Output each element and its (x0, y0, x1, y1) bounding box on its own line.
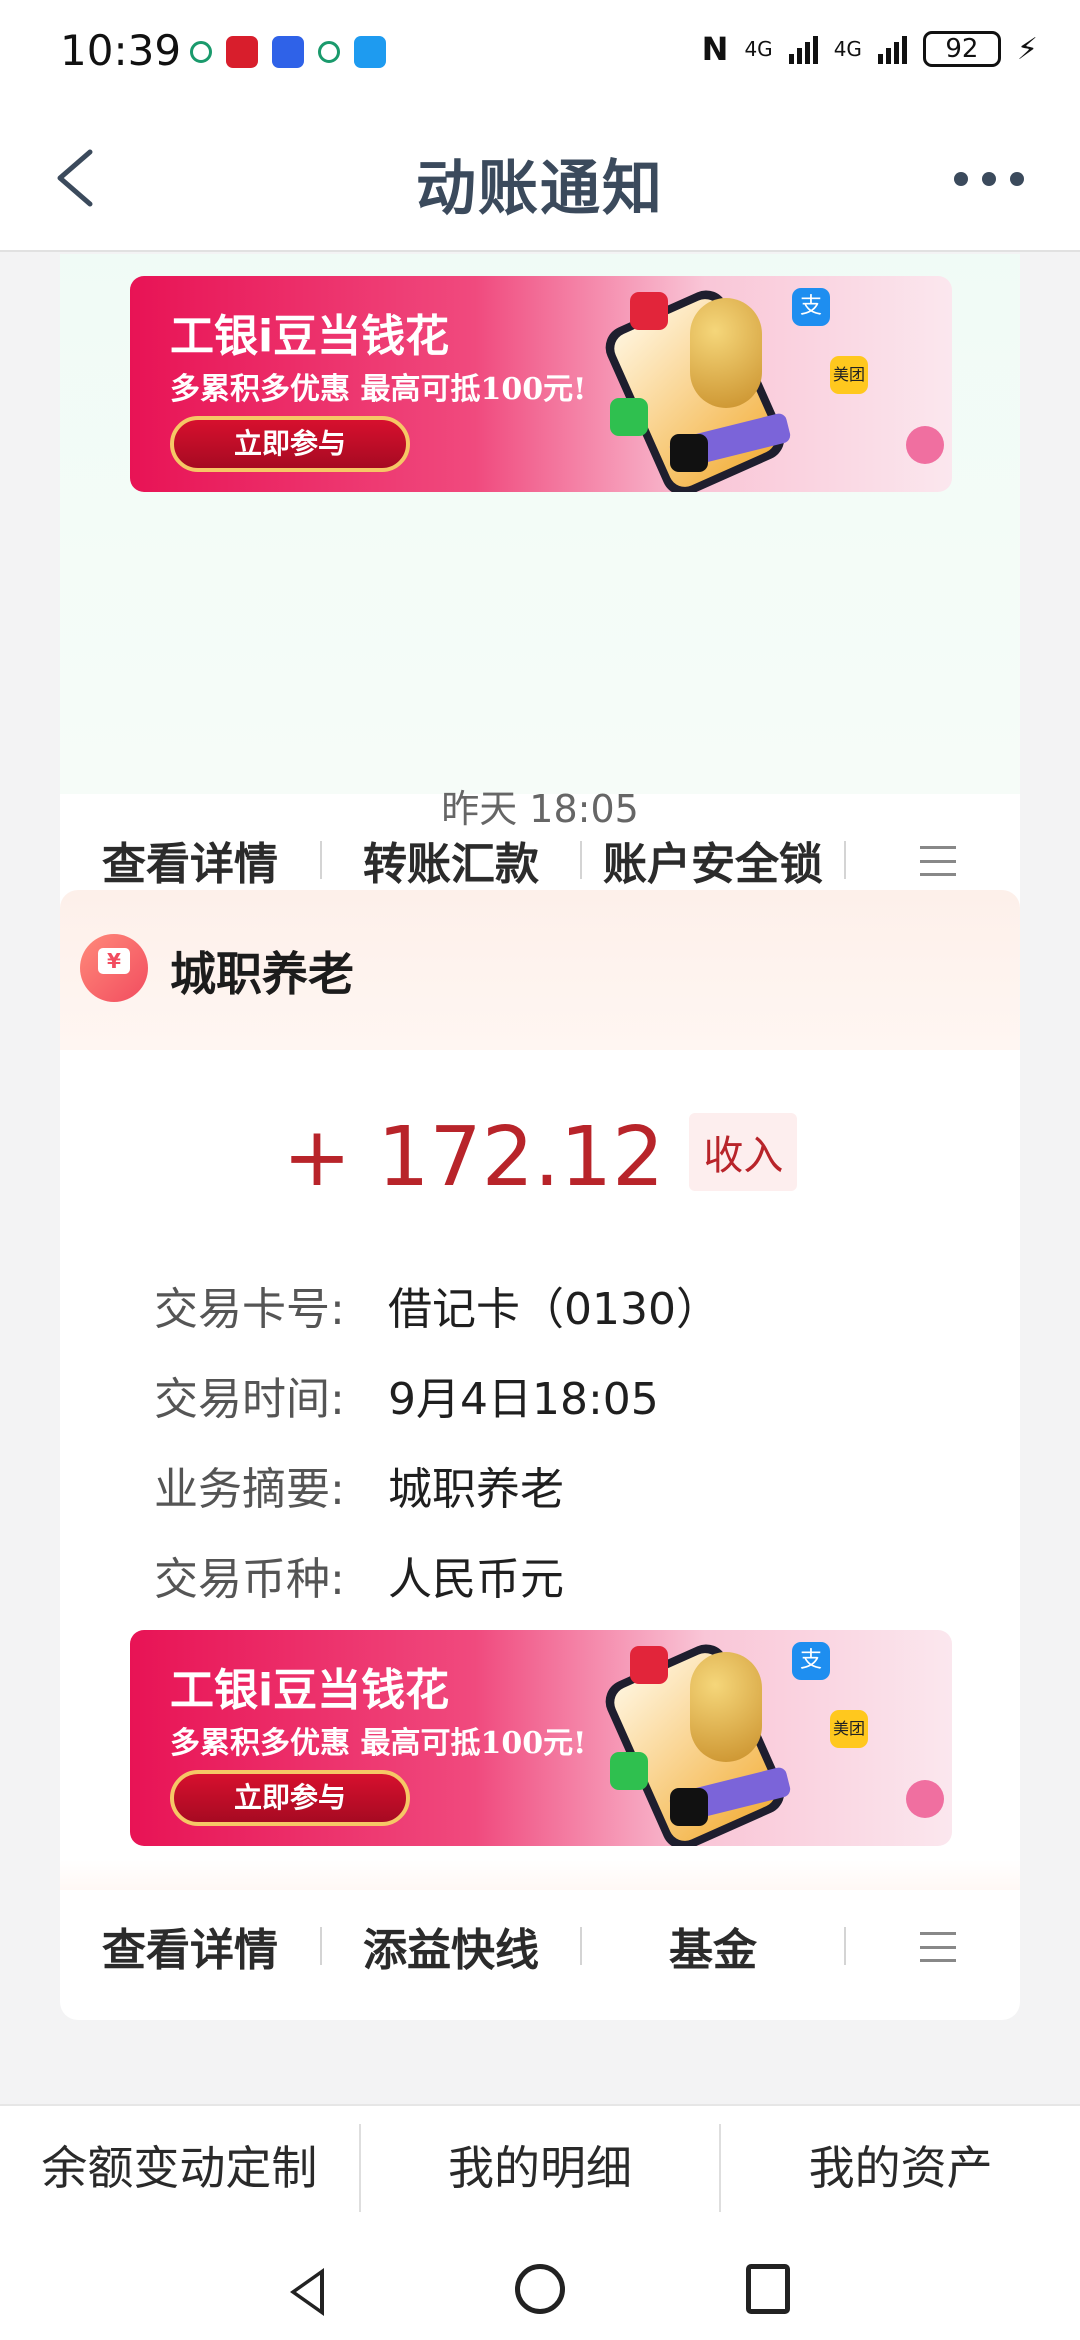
china-mobile-icon (190, 41, 212, 63)
network-label-2: 4G (833, 37, 862, 61)
wechat-icon (610, 398, 648, 436)
detail-row: 交易币种: 人民币元 (154, 1530, 720, 1620)
more-icon[interactable] (954, 172, 1024, 186)
menu-icon[interactable] (920, 1932, 956, 1962)
banner-subtitle: 多累积多优惠 最高可抵100元! (170, 372, 587, 407)
detail-row: 业务摘要: 城职养老 (154, 1440, 720, 1530)
china-mobile-icon (318, 41, 340, 63)
status-bar: 10:39 N 4G 4G 92 ⚡ (0, 0, 1080, 100)
battery-icon: 92 (922, 31, 1001, 67)
transaction-details: 交易卡号: 借记卡（0130） 交易时间: 9月4日18:05 业务摘要: 城职… (154, 1260, 720, 1620)
search-app-icon (354, 36, 386, 68)
charging-icon: ⚡ (1016, 31, 1038, 67)
nav-home-icon[interactable] (515, 2264, 565, 2314)
meituan-icon: 美团 (830, 1710, 868, 1748)
megaphone-icon (906, 1780, 944, 1818)
system-navigation-bar (0, 2228, 1080, 2340)
title-bar: 动账通知 (0, 100, 1080, 252)
account-lock-button[interactable]: 账户安全锁 (582, 828, 844, 892)
nfc-icon: N (701, 30, 729, 68)
menu-icon[interactable] (920, 846, 956, 876)
tiktok-icon (670, 434, 708, 472)
page-title: 动账通知 (416, 154, 664, 224)
view-details-button[interactable]: 查看详情 (60, 828, 320, 892)
join-now-button[interactable]: 立即参与 (170, 1770, 410, 1826)
tab-my-assets[interactable]: 我的资产 (721, 2106, 1080, 2228)
network-label: 4G (744, 37, 773, 61)
card-header: 城职养老 (60, 890, 1020, 1050)
detail-value: 9月4日18:05 (388, 1374, 659, 1425)
status-notification-icons (190, 36, 386, 68)
audio-app-icon (272, 36, 304, 68)
divider (844, 841, 846, 879)
wechat-icon (610, 1752, 648, 1790)
detail-row: 交易卡号: 借记卡（0130） (154, 1260, 720, 1350)
amount-line: + 172.12 收入 (96, 1110, 984, 1205)
banner-title: 工银i豆当钱花 (170, 1665, 450, 1716)
bottom-tab-bar: 余额变动定制 我的明细 我的资产 (0, 2104, 1080, 2228)
card-title: 城职养老 (170, 947, 354, 1001)
banner-subtitle: 多累积多优惠 最高可抵100元! (170, 1726, 587, 1761)
detail-label: 业务摘要: (154, 1464, 345, 1515)
card-action-bar: 查看详情 添益快线 基金 (60, 1880, 1020, 2012)
fund-button[interactable]: 基金 (582, 1914, 844, 1978)
nav-back-icon[interactable] (290, 2268, 324, 2316)
detail-label: 交易币种: (154, 1554, 345, 1605)
divider (844, 1927, 846, 1965)
detail-value: 城职养老 (388, 1464, 564, 1515)
signal-icon (877, 34, 907, 64)
yuan-message-icon (80, 934, 148, 1002)
message-timestamp: 昨天 18:05 (441, 787, 639, 831)
message-list[interactable]: 工银i豆当钱花 多累积多优惠 最高可抵100元! 立即参与 支 美团 查看详情 … (0, 254, 1080, 2104)
status-right: N 4G 4G 92 ⚡ (702, 30, 1038, 68)
alipay-icon: 支 (792, 1642, 830, 1680)
detail-row: 交易时间: 9月4日18:05 (154, 1350, 720, 1440)
tab-my-details[interactable]: 我的明细 (361, 2106, 720, 2228)
red-app-icon (630, 1646, 668, 1684)
red-app-icon (226, 36, 258, 68)
tab-balance-alert-settings[interactable]: 余额变动定制 (0, 2106, 359, 2228)
promo-banner[interactable]: 工银i豆当钱花 多累积多优惠 最高可抵100元! 立即参与 支 美团 (130, 1630, 952, 1846)
status-time: 10:39 (60, 26, 182, 75)
detail-label: 交易卡号: (154, 1284, 345, 1335)
nav-recents-icon[interactable] (746, 2264, 790, 2314)
red-app-icon (630, 292, 668, 330)
transfer-button[interactable]: 转账汇款 (322, 828, 580, 892)
income-badge: 收入 (689, 1113, 798, 1191)
detail-label: 交易时间: (154, 1374, 345, 1425)
amount-value: + 172.12 (282, 1110, 665, 1205)
alipay-icon: 支 (792, 288, 830, 326)
notification-card: 城职养老 + 172.12 收入 交易卡号: 借记卡（0130） 交易时间: 9… (60, 890, 1020, 2020)
signal-icon (788, 34, 818, 64)
tianyi-kuaixian-button[interactable]: 添益快线 (322, 1914, 580, 1978)
promo-banner[interactable]: 工银i豆当钱花 多累积多优惠 最高可抵100元! 立即参与 支 美团 (130, 276, 952, 492)
detail-value: 人民币元 (388, 1554, 564, 1605)
banner-title: 工银i豆当钱花 (170, 311, 450, 362)
bean-mascot-illustration (690, 298, 762, 408)
detail-value: 借记卡（0130） (388, 1284, 720, 1335)
view-details-button[interactable]: 查看详情 (60, 1914, 320, 1978)
tiktok-icon (670, 1788, 708, 1826)
join-now-button[interactable]: 立即参与 (170, 416, 410, 472)
megaphone-icon (906, 426, 944, 464)
meituan-icon: 美团 (830, 356, 868, 394)
bean-mascot-illustration (690, 1652, 762, 1762)
